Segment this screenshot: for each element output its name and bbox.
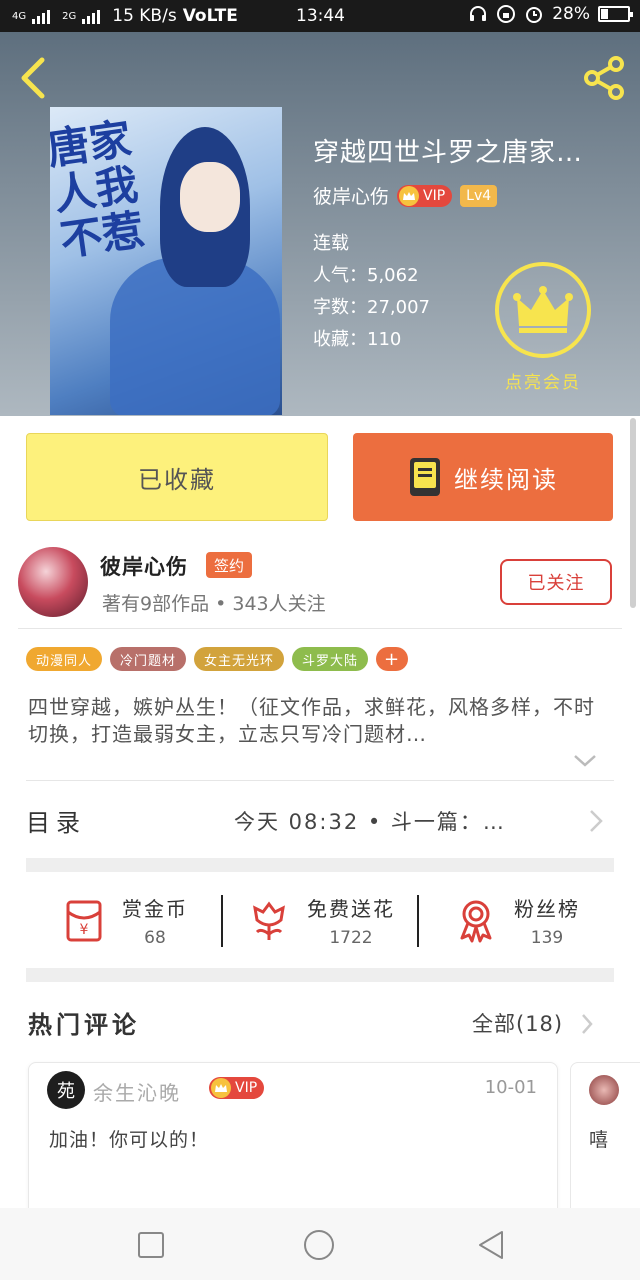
volte-label: VoLTE <box>182 6 238 26</box>
divider <box>26 780 614 781</box>
serial-status: 连载 <box>313 233 349 254</box>
scrollbar[interactable] <box>630 418 636 608</box>
alarm-icon <box>526 7 543 23</box>
divider <box>18 628 622 629</box>
follow-button[interactable]: 已关注 <box>500 559 612 605</box>
book-title: 穿越四世斗罗之唐家… <box>313 138 584 168</box>
stat-label: 免费送花 <box>307 896 395 921</box>
book-header: 唐家人我不惹 穿越四世斗罗之唐家… 彼岸心伤 VIP Lv4 连载 人气：5,0… <box>0 32 640 416</box>
section-gap <box>26 858 614 872</box>
catalog-row[interactable]: 目录 今天 08:32 • 斗一篇：… <box>26 790 614 850</box>
signal-icon <box>32 8 51 24</box>
word-count-value: 27,007 <box>367 297 430 318</box>
back-icon[interactable] <box>14 54 54 102</box>
expand-chevron-icon[interactable] <box>572 752 598 770</box>
continue-reading-button[interactable]: 继续阅读 <box>353 433 613 521</box>
stat-label: 粉丝榜 <box>514 896 580 921</box>
section-gap <box>26 968 614 982</box>
network-2g-label: 2G <box>62 10 77 22</box>
continue-reading-label: 继续阅读 <box>454 465 558 494</box>
svg-text:¥: ¥ <box>80 922 89 938</box>
author-avatar[interactable] <box>18 547 88 617</box>
popularity-value: 5,062 <box>367 265 419 286</box>
cover-art-face <box>180 162 240 232</box>
stat-flowers[interactable]: 免费送花 1722 <box>222 880 418 960</box>
member-label: 点亮会员 <box>505 373 581 393</box>
redpacket-icon: ¥ <box>66 900 102 942</box>
comment-date: 10-01 <box>484 1077 537 1098</box>
vip-label: VIP <box>423 187 446 204</box>
commenter-name[interactable]: 余生沁晚 <box>93 1077 181 1106</box>
network-4g-label: 4G <box>12 10 27 22</box>
latest-chapter: 今天 08:32 • 斗一篇：… <box>234 810 506 834</box>
book-meta: 连载 人气：5,062 字数：27,007 收藏：110 <box>313 228 430 356</box>
add-tag-button[interactable]: + <box>376 647 409 671</box>
book-author-name[interactable]: 彼岸心伤 <box>313 182 389 209</box>
book-icon <box>410 458 440 496</box>
clock: 13:44 <box>296 6 345 26</box>
flower-icon <box>253 901 285 940</box>
stat-value: 1722 <box>329 927 373 948</box>
catalog-title: 目录 <box>26 808 86 837</box>
chevron-right-icon[interactable] <box>580 1012 594 1036</box>
stat-coins[interactable]: ¥ 赏金币 68 <box>26 880 222 960</box>
headphones-icon <box>470 6 487 21</box>
tag-item[interactable]: 冷门题材 <box>110 647 187 671</box>
word-count-row: 字数：27,007 <box>313 297 430 318</box>
stats-row: ¥ 赏金币 68 免费送花 1722 粉丝榜 139 <box>26 880 614 960</box>
crown-icon <box>211 1078 231 1098</box>
stat-value: 139 <box>530 927 564 948</box>
commenter-avatar[interactable]: 苑 <box>47 1071 85 1109</box>
stat-divider <box>221 895 223 947</box>
rotation-lock-icon <box>497 5 516 23</box>
tag-item[interactable]: 女主无光环 <box>194 647 285 671</box>
comment-text: 嘻 <box>589 1129 609 1151</box>
hot-comments-title: 热门评论 <box>28 1011 140 1039</box>
favorites-row: 收藏：110 <box>313 329 402 350</box>
chevron-right-icon <box>590 810 603 832</box>
collected-button[interactable]: 已收藏 <box>26 433 328 521</box>
book-author-row: 彼岸心伤 VIP Lv4 <box>313 182 498 209</box>
vip-badge: VIP <box>209 1077 265 1099</box>
comment-text: 加油！你可以的！ <box>49 1129 210 1151</box>
book-description: 四世穿越，嫉妒丛生！（征文作品，求鲜花，风格多样，不时切换，打造最弱女主，立志只… <box>28 695 595 746</box>
popularity-row: 人气：5,062 <box>313 265 419 286</box>
tag-list: 动漫同人 冷门题材 女主无光环 斗罗大陆 + <box>26 647 409 671</box>
status-bar: 4G 2G 15 KB/s VoLTE 13:44 28% <box>0 0 640 32</box>
member-crown-icon <box>495 262 591 358</box>
comment-card[interactable]: 苑 余生沁晚 VIP 10-01 加油！你可以的！ <box>28 1062 558 1222</box>
book-cover[interactable]: 唐家人我不惹 <box>50 107 282 415</box>
all-comments-link[interactable]: 全部(18) <box>472 1008 563 1038</box>
level-badge: Lv4 <box>460 184 498 207</box>
tag-item[interactable]: 动漫同人 <box>26 647 103 671</box>
comment-card[interactable]: 嘻 <box>570 1062 640 1222</box>
system-nav-bar <box>0 1208 640 1280</box>
signed-badge: 签约 <box>206 552 253 578</box>
stat-fans[interactable]: 粉丝榜 139 <box>418 880 614 960</box>
stat-value: 68 <box>144 927 166 948</box>
author-stats: 著有9部作品 • 343人关注 <box>102 593 326 615</box>
author-info: 彼岸心伤 签约 著有9部作品 • 343人关注 已关注 <box>18 545 622 625</box>
stat-label: 赏金币 <box>122 896 188 921</box>
crown-icon <box>399 185 420 206</box>
cover-calligraphy: 唐家人我不惹 <box>50 113 148 266</box>
battery-percent: 28% <box>552 4 590 24</box>
tag-item[interactable]: 斗罗大陆 <box>292 647 369 671</box>
recents-icon[interactable] <box>134 1228 168 1262</box>
vip-label: VIP <box>235 1080 258 1096</box>
author-name[interactable]: 彼岸心伤 <box>100 551 188 581</box>
stat-divider <box>417 895 419 947</box>
commenter-avatar[interactable] <box>589 1075 619 1105</box>
share-icon[interactable] <box>580 54 628 102</box>
medal-icon <box>460 900 492 943</box>
network-speed: 15 KB/s <box>112 6 177 26</box>
back-nav-icon[interactable] <box>474 1228 508 1262</box>
signal-icon-2 <box>82 8 101 24</box>
battery-icon <box>598 6 633 22</box>
home-icon[interactable] <box>302 1228 336 1262</box>
member-button[interactable]: 点亮会员 <box>493 262 593 402</box>
favorites-value: 110 <box>367 329 402 350</box>
vip-badge: VIP <box>397 184 453 207</box>
